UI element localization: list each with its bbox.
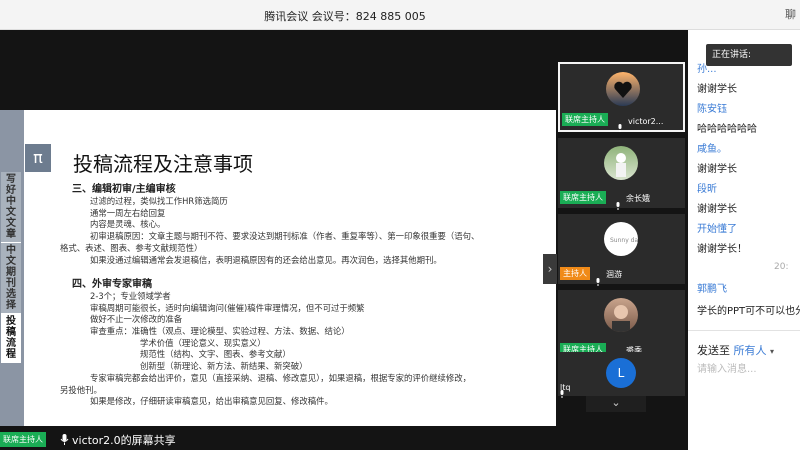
chat-panel: 孙... 谢谢学长 陈安钰 哈哈哈哈哈哈 咸鱼。 谢谢学长 段昕 谢谢学长 开始懂了 谢谢学长！郭… <box>688 30 800 450</box>
participant-role-badge: 联席主持人 <box>560 191 606 204</box>
chat-panel-tab[interactable]: 聊 <box>785 6 796 22</box>
slide-section-tabs: 写好中文文章中文期刊选择投稿流程 <box>1 172 21 363</box>
chat-timestamp: 20: <box>774 262 789 272</box>
slide-title: 投稿流程及注意事项 <box>73 152 253 176</box>
send-to-label: 发送至 <box>697 344 730 357</box>
microphone-icon <box>594 271 602 286</box>
send-to-target[interactable]: 所有人 <box>734 344 767 357</box>
participant-role-badge: 联席主持人 <box>562 113 608 126</box>
slide-text-line: 专家审稿完都会给出评价，意见（直接采纳、退稿、修改意见），如果退稿，根据专家的评… <box>90 372 472 383</box>
slide-content: 三、编辑初审/主编审核 过滤的过程，类似找工作HR筛选简历 通常一周左右给回复 内容是… <box>60 183 540 408</box>
microphone-icon <box>614 195 622 210</box>
participant-avatar: L <box>606 358 636 388</box>
chat-input[interactable]: 请输入消息... <box>697 360 757 375</box>
speaking-indicator: 正在讲话: victor2.0; <box>706 44 792 82</box>
screen-share-label: victor2.0的屏幕共享 <box>72 434 176 447</box>
slide-text-line: 过滤的过程，类似找工作HR筛选简历 <box>90 196 228 206</box>
participant-tile[interactable]: 联席主持人 余长娥 <box>558 138 685 210</box>
slide-text-line <box>60 266 540 278</box>
microphone-icon <box>616 117 624 132</box>
chat-message: 哈哈哈哈哈哈 <box>697 124 757 135</box>
participant-name: 涸游 <box>606 270 622 279</box>
slide-section-tab: 中文期刊选择 <box>1 243 21 314</box>
slide-text-line: 另投他刊。 <box>60 384 102 395</box>
chat-sender[interactable]: 咸鱼。 <box>697 140 727 155</box>
participant-name: ltq <box>560 383 571 392</box>
chat-divider <box>688 330 800 331</box>
slide-text-line: 如果没通过编辑通常会发退稿信，表明退稿原因有的还会给出意见。再次润色，选择其他期… <box>90 254 442 265</box>
slide-text-line: 做好不止一次修改的准备 <box>90 314 183 325</box>
participant-avatar <box>606 72 640 106</box>
participant-role-badge: 主持人 <box>560 267 590 280</box>
chevron-down-icon: ▾ <box>770 347 775 356</box>
participant-avatar <box>604 146 638 180</box>
expand-panel-button[interactable]: › <box>543 254 557 284</box>
scroll-down-icon[interactable]: ⌄ <box>586 396 646 412</box>
slide-text-line: 通常一周左右给回复 <box>90 207 166 218</box>
slide-heading: 三、编辑初审/主编审核 <box>72 184 176 195</box>
slide-text-line: 规范性（结构、文字、图表、参考文献） <box>140 349 291 360</box>
participant-avatar <box>604 298 638 332</box>
slide-text-line: 内容是灵魂、核心。 <box>90 219 166 230</box>
participant-list-footer: ⌄ <box>562 396 682 414</box>
chat-sender[interactable]: 段昕 <box>697 180 717 195</box>
slide-text-line: 审稿周期可能很长，适时向编辑询问(催催)稿件审理情况，但不可过于频繁 <box>90 302 365 313</box>
svg-text:Sunny day: Sunny day <box>610 237 638 244</box>
participant-name: 余长娥 <box>626 194 650 203</box>
presentation-slide: 写好中文文章中文期刊选择投稿流程 π 投稿流程及注意事项 三、编辑初审/主编审核… <box>0 110 556 426</box>
slide-text-line: 2-3个；专业领域学者 <box>90 290 171 301</box>
chat-sender[interactable]: 陈安钰 <box>697 100 727 115</box>
slide-text-line: 学术价值（理论意义、现实意义） <box>140 337 266 348</box>
chat-message: 谢谢学长 <box>697 164 737 175</box>
slide-heading: 四、外审专家审稿 <box>72 278 152 290</box>
share-role-badge: 联席主持人 <box>0 432 46 447</box>
chat-sender[interactable]: 开始懂了 <box>697 220 737 235</box>
chat-message: 谢谢学长！ <box>697 244 747 255</box>
slide-section-tab: 写好中文文章 <box>1 172 21 243</box>
meeting-title: 腾讯会议 会议号：824 885 005 <box>264 10 426 23</box>
slide-text-line: 审查重点：准确性（观点、理论模型、实验过程、方法、数据、结论） <box>90 326 350 337</box>
slide-section-tab: 投稿流程 <box>1 314 21 363</box>
chat-message: 学长的PPT可不可以也分 <box>697 306 800 317</box>
send-to-selector[interactable]: 发送至 所有人 ▾ <box>697 342 774 358</box>
participant-tile[interactable]: 联席主持人 victor2... <box>558 62 685 132</box>
microphone-icon <box>60 434 69 445</box>
slide-text-line: 创新型（新理论、新方法、新结果、新突破） <box>140 361 308 372</box>
participant-tile[interactable]: Lltq <box>558 352 685 398</box>
slide-text-line: 初审退稿原因：文章主题与期刊不符、要求没达到期刊标准（作者、重复率等）、第一印象… <box>90 231 480 242</box>
participant-avatar: Sunny day <box>604 222 638 256</box>
chat-message: 谢谢学长 <box>697 204 737 215</box>
chat-sender[interactable]: 郭鹏飞 <box>697 280 727 295</box>
participant-name: victor2... <box>628 117 664 126</box>
slide-text-line: 格式、表述、图表、参考文献规范性） <box>60 242 203 253</box>
window-titlebar: 腾讯会议 会议号：824 885 005 聊 <box>0 0 800 30</box>
pi-logo: π <box>25 144 51 172</box>
participant-tile[interactable]: 联席主持人 裘季 <box>558 290 685 362</box>
participant-tile[interactable]: Sunny day 主持人 涸游 <box>558 214 685 286</box>
slide-text-line: 如果是修改，仔细研读审稿意见，给出审稿意见回复、修改稿件。 <box>90 396 333 407</box>
